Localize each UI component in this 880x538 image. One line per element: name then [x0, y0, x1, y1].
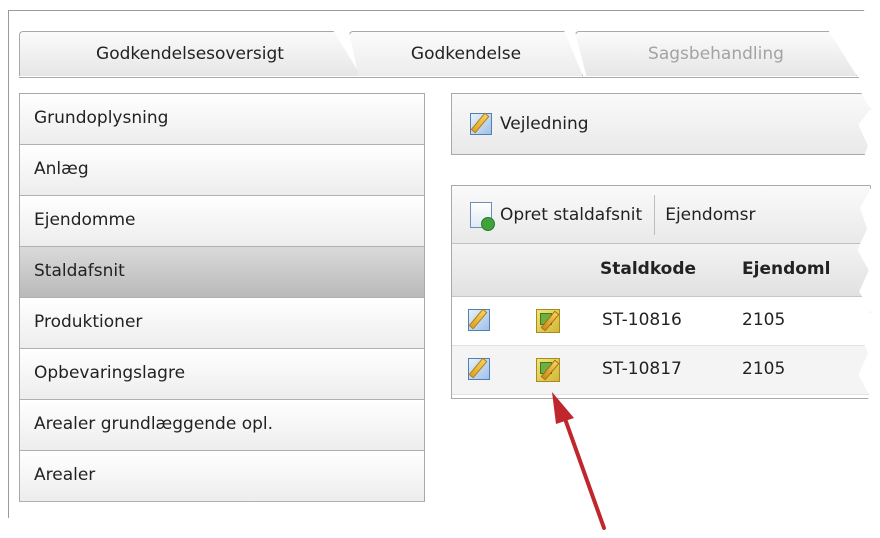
sidebar-item-ejendomme[interactable]: Ejendomme — [20, 196, 424, 247]
sidebar-item-produktioner[interactable]: Produktioner — [20, 298, 424, 349]
table-row[interactable]: ST-10817 2105 — [452, 346, 870, 395]
tab-divider — [19, 77, 859, 78]
guide-toolbar: Vejledning — [451, 93, 871, 155]
sidebar-item-arealer[interactable]: Arealer — [20, 451, 424, 502]
sidebar-item-opbevaringslagre[interactable]: Opbevaringslagre — [20, 349, 424, 400]
sidebar-item-arealer-grundlaeggende[interactable]: Arealer grundlæggende opl. — [20, 400, 424, 451]
guide-button[interactable]: Vejledning — [500, 114, 589, 134]
tab-sagsbehandling: Sagsbehandling — [575, 31, 857, 76]
table-row[interactable]: ST-10816 2105 — [452, 297, 870, 346]
new-document-icon — [470, 201, 495, 231]
toolbar-separator — [654, 194, 656, 235]
cell-staldkode: ST-10817 — [602, 359, 682, 379]
cell-ejendom: 2105 — [742, 359, 786, 379]
cell-staldkode: ST-10816 — [602, 310, 682, 330]
application-window: Godkendelsesoversigt Godkendelse Sagsbeh… — [8, 10, 873, 521]
column-header-ejendom[interactable]: Ejendoml — [742, 259, 830, 279]
staldafsnit-grid: Opret staldafsnit Ejendomsr Staldkode Ej… — [451, 185, 871, 399]
column-header-staldkode[interactable]: Staldkode — [600, 259, 696, 279]
edit-stald-icon[interactable] — [536, 309, 560, 333]
edit-row-icon[interactable] — [468, 358, 490, 380]
ejendom-toolbar-button[interactable]: Ejendomsr — [665, 205, 755, 225]
edit-row-icon[interactable] — [468, 309, 490, 331]
edit-icon — [470, 113, 492, 135]
sidebar-item-anlaeg[interactable]: Anlæg — [20, 145, 424, 196]
grid-toolbar: Opret staldafsnit Ejendomsr — [452, 186, 870, 244]
tab-godkendelsesoversigt[interactable]: Godkendelsesoversigt — [19, 31, 361, 76]
edit-stald-icon[interactable] — [536, 358, 560, 382]
sidebar-item-grundoplysning[interactable]: Grundoplysning — [20, 94, 424, 145]
cell-ejendom: 2105 — [742, 310, 786, 330]
grid-header: Staldkode Ejendoml — [452, 244, 870, 297]
tab-godkendelse[interactable]: Godkendelse — [349, 31, 583, 76]
sidebar-nav: Grundoplysning Anlæg Ejendomme Staldafsn… — [19, 93, 425, 502]
sidebar-item-staldafsnit[interactable]: Staldafsnit — [20, 247, 424, 298]
create-staldafsnit-button[interactable]: Opret staldafsnit — [470, 201, 643, 231]
create-staldafsnit-label: Opret staldafsnit — [500, 204, 643, 225]
